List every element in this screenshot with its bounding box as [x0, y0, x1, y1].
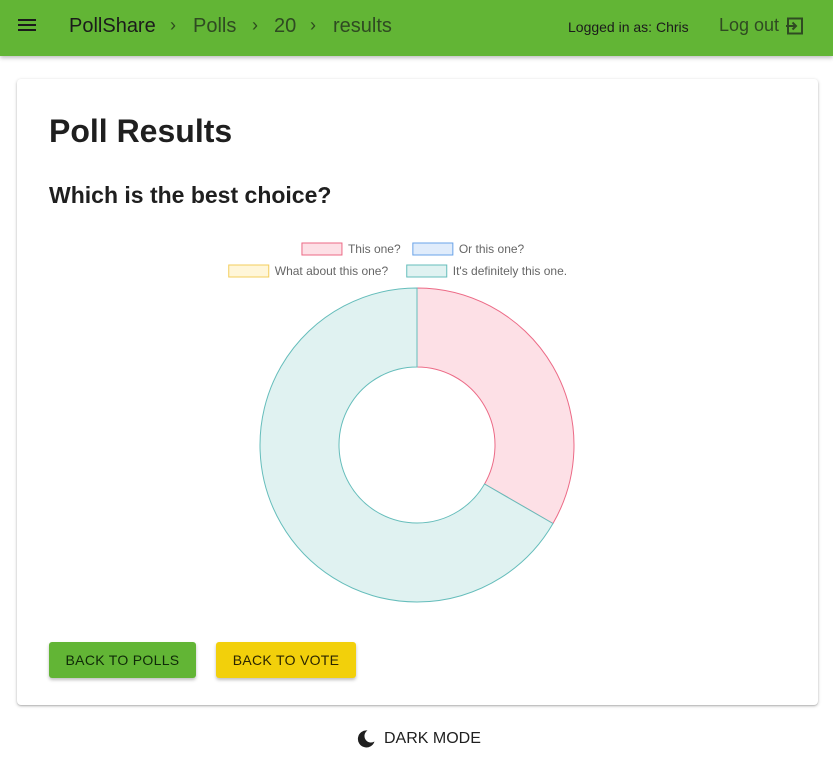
legend-swatch[interactable]	[412, 242, 454, 256]
brand-link[interactable]: PollShare	[69, 15, 156, 38]
legend-swatch[interactable]	[406, 264, 448, 278]
app-bar: PollShare › Polls › 20 › results Logged …	[0, 0, 833, 56]
logout-button[interactable]: Log out	[719, 15, 805, 36]
logged-in-user: Logged in as: Chris	[568, 19, 689, 35]
dark-mode-label: Dark mode	[384, 730, 481, 747]
results-doughnut-chart: This one? Or this one? What about this one…	[228, 242, 575, 603]
legend-label[interactable]: What about this one?	[275, 264, 389, 278]
legend-label[interactable]: Or this one?	[459, 242, 525, 256]
back-to-polls-button[interactable]: Back to polls	[49, 642, 196, 678]
legend-label[interactable]: This one?	[348, 242, 401, 256]
poll-question: Which is the best choice?	[49, 182, 332, 208]
menu-icon[interactable]	[18, 16, 40, 38]
logout-icon	[786, 17, 804, 34]
breadcrumb-separator: ›	[252, 15, 258, 35]
page-title: Poll Results	[49, 113, 233, 149]
breadcrumb-poll-id[interactable]: 20	[274, 15, 296, 38]
legend-label[interactable]: It's definitely this one.	[453, 264, 567, 278]
results-card: Poll Results Which is the best choice? T…	[17, 79, 818, 705]
doughnut-slice[interactable]	[416, 287, 575, 525]
breadcrumb-separator: ›	[310, 15, 316, 35]
legend-swatch[interactable]	[228, 264, 270, 278]
logout-label: Log out	[719, 15, 780, 35]
moon-icon	[357, 730, 375, 748]
breadcrumb-results: results	[333, 15, 392, 37]
breadcrumb-polls[interactable]: Polls	[193, 15, 236, 38]
breadcrumb-separator: ›	[170, 15, 176, 35]
dark-mode-toggle[interactable]: Dark mode	[356, 728, 481, 750]
legend-swatch[interactable]	[301, 242, 343, 256]
back-to-vote-button[interactable]: Back to vote	[216, 642, 356, 678]
